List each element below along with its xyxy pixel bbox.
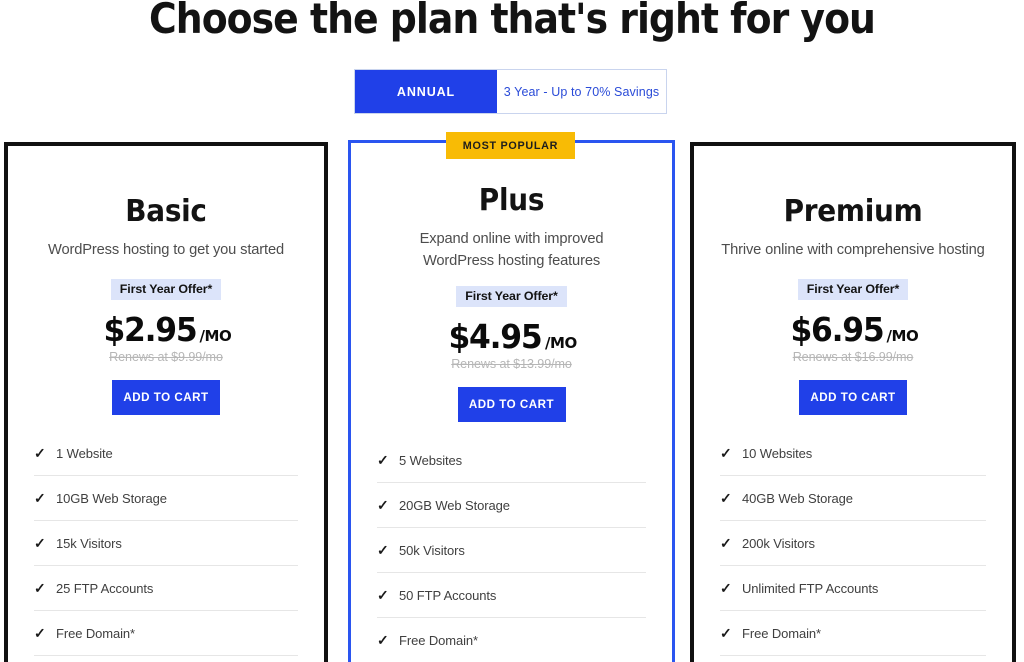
check-icon: ✓ [34,445,46,461]
check-icon: ✓ [720,580,732,596]
feature-label: 200k Visitors [742,535,815,551]
price-period: /MO [886,327,919,345]
list-item: ✓ 5 Websites [377,438,646,483]
add-to-cart-button[interactable]: ADD TO CART [457,387,566,422]
feature-label: 40GB Web Storage [742,490,853,506]
plan-price: $2.95 /MO [34,310,298,349]
feature-label: Free Domain* [56,625,135,641]
list-item: ✓ 15k Visitors [34,521,298,566]
plan-name: Plus [478,183,545,218]
feature-label: 5 Websites [399,452,463,468]
check-icon: ✓ [377,632,389,648]
first-year-offer-badge: First Year Offer* [797,279,909,300]
feature-label: 20GB Web Storage [399,497,510,513]
check-icon: ✓ [34,625,46,641]
first-year-offer-badge: First Year Offer* [456,286,567,307]
plan-card-premium[interactable]: Premium Thrive online with comprehensive… [690,142,1016,662]
feature-label: 50 FTP Accounts [399,587,497,603]
list-item: ✓ 50k Visitors [377,528,646,573]
feature-label: 50k Visitors [399,542,465,558]
price-amount: $2.95 [103,310,197,349]
plan-name: Premium [783,194,923,229]
list-item: ✓ 10GB Web Storage [34,476,298,521]
renewal-price: Renews at $13.99/mo [451,357,572,371]
feature-label: Free Domain* [399,632,478,648]
feature-label: Unlimited FTP Accounts [742,580,879,596]
check-icon: ✓ [720,535,732,551]
list-item: ✓ Unlimited FTP Accounts [720,566,986,611]
check-icon: ✓ [34,580,46,596]
plan-description: WordPress hosting to get you started [48,242,284,258]
check-icon: ✓ [34,535,46,551]
most-popular-badge: MOST POPULAR [446,132,575,159]
list-item: ✓ 40GB Web Storage [720,476,986,521]
renewal-price: Renews at $16.99/mo [792,350,914,364]
list-item: ✓ 200k Visitors [720,521,986,566]
plan-name: Basic [125,194,207,229]
feature-list: ✓ 10 Websites ✓ 40GB Web Storage ✓ 200k … [720,431,986,662]
check-icon: ✓ [377,542,389,558]
list-item: ✓ Business Email [720,656,986,662]
feature-list: ✓ 5 Websites ✓ 20GB Web Storage ✓ 50k Vi… [377,438,646,662]
first-year-offer-badge: First Year Offer* [110,279,222,300]
list-item: ✓ 25 FTP Accounts [34,566,298,611]
check-icon: ✓ [720,445,732,461]
list-item: ✓ Free Domain* [720,611,986,656]
list-item: ✓ 10 Websites [720,431,986,476]
check-icon: ✓ [377,452,389,468]
feature-label: 15k Visitors [56,535,122,551]
add-to-cart-button[interactable]: ADD TO CART [112,380,220,415]
list-item: ✓ 1 Website [34,431,298,476]
check-icon: ✓ [377,587,389,603]
plan-description: Thrive online with comprehensive hosting [721,242,985,258]
check-icon: ✓ [720,490,732,506]
list-item: ✓ Free Domain* [34,611,298,656]
feature-label: Free Domain* [742,625,821,641]
check-icon: ✓ [377,497,389,513]
feature-label: 10GB Web Storage [56,490,167,506]
list-item: ✓ Business Email [34,656,298,662]
check-icon: ✓ [34,490,46,506]
price-period: /MO [199,327,232,345]
pricing-page: Choose the plan that's right for you ANN… [0,0,1024,662]
price-period: /MO [544,334,577,352]
feature-label: 10 Websites [742,445,813,461]
plan-card-basic[interactable]: Basic WordPress hosting to get you start… [4,142,328,662]
check-icon: ✓ [720,625,732,641]
feature-label: 1 Website [56,445,113,461]
list-item: ✓ 50 FTP Accounts [377,573,646,618]
feature-label: 25 FTP Accounts [56,580,154,596]
plan-price: $6.95 /MO [720,310,986,349]
list-item: ✓ 20GB Web Storage [377,483,646,528]
feature-list: ✓ 1 Website ✓ 10GB Web Storage ✓ 15k Vis… [34,431,298,662]
add-to-cart-button[interactable]: ADD TO CART [799,380,907,415]
plan-price: $4.95 /MO [377,317,646,356]
pricing-cards: Basic WordPress hosting to get you start… [0,0,1024,662]
plan-description: Expand online with improved WordPress ho… [419,231,604,269]
list-item: ✓ Free Domain* [377,618,646,662]
price-amount: $6.95 [790,310,884,349]
renewal-price: Renews at $9.99/mo [109,350,223,364]
price-amount: $4.95 [448,317,543,356]
plan-card-plus[interactable]: Plus Expand online with improved WordPre… [348,140,675,662]
